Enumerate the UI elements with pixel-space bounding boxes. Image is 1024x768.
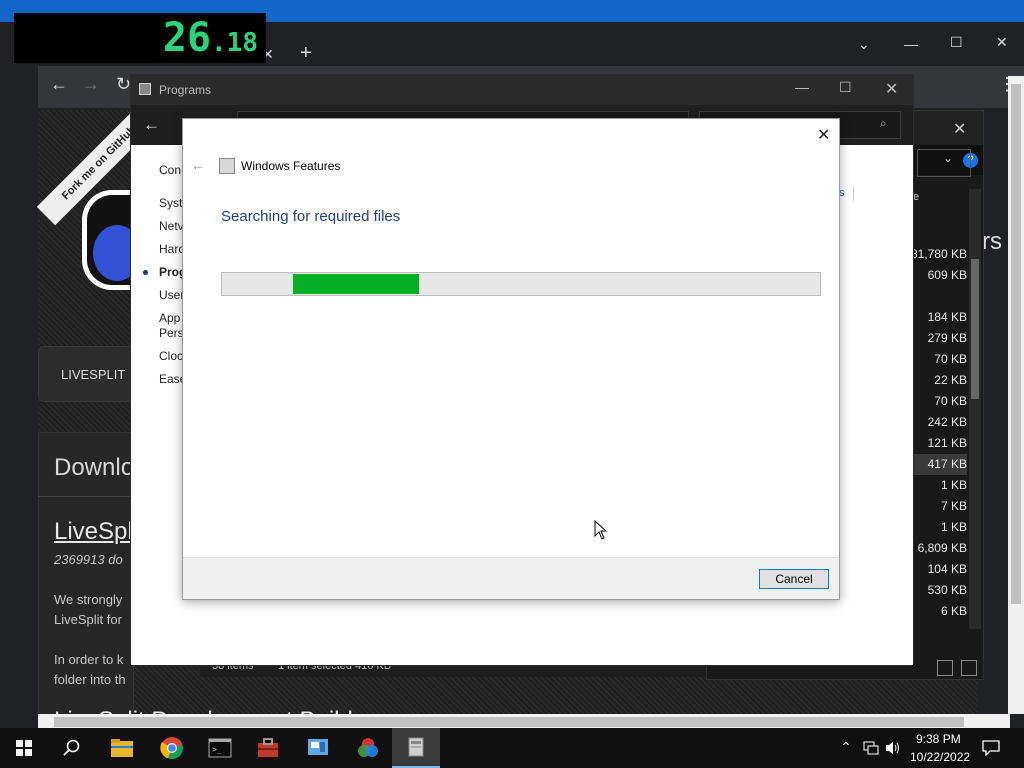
status-heading: Searching for required files — [221, 208, 401, 225]
taskbar-paint-app[interactable] — [344, 728, 392, 768]
file-size-cell[interactable]: 70 KB — [907, 391, 967, 412]
file-size-cell[interactable] — [907, 286, 967, 307]
mouse-cursor-icon — [594, 520, 608, 540]
windows-logo-icon — [16, 740, 32, 756]
notification-icon[interactable] — [982, 740, 1000, 756]
current-item-dot — [143, 270, 148, 275]
livesplit-timer: 26.18 — [14, 13, 266, 63]
search-icon: ⌕ — [880, 116, 887, 130]
scrollbar-thumb[interactable] — [54, 717, 964, 727]
network-icon[interactable] — [862, 740, 880, 756]
nav-item-livesplit[interactable]: LIVESPLIT — [61, 367, 125, 382]
control-panel-icon — [139, 83, 151, 95]
maximize-button[interactable]: ☐ — [839, 79, 852, 96]
page-text-fragment: rs — [982, 228, 1002, 255]
close-icon[interactable]: ✕ — [817, 125, 830, 145]
paragraph-line: LiveSplit for — [54, 612, 122, 627]
minimize-button[interactable]: — — [904, 36, 918, 52]
paragraph-line: folder into th — [54, 672, 126, 687]
progress-fill — [292, 274, 420, 294]
file-size-cell[interactable]: 6,809 KB — [907, 538, 967, 559]
search-icon — [63, 739, 80, 756]
close-icon[interactable]: ✕ — [953, 119, 966, 139]
windows-features-dialog: ✕ ← Windows Features Searching for requi… — [182, 118, 840, 600]
taskbar-windows-features[interactable] — [392, 728, 440, 768]
clock-time[interactable]: 9:38 PM — [916, 732, 961, 746]
chevron-up-icon[interactable]: ⌃ — [840, 739, 852, 756]
download-count: 2369913 do — [54, 552, 123, 567]
taskbar-terminal[interactable]: >_ — [196, 728, 244, 768]
scrollbar-thumb[interactable] — [1011, 84, 1021, 604]
maximize-button[interactable]: ☐ — [950, 34, 963, 51]
control-panel-icon — [308, 739, 328, 755]
divider — [853, 187, 854, 201]
file-size-cell[interactable]: 417 KB — [907, 454, 967, 475]
file-size-cell[interactable]: 530 KB — [907, 580, 967, 601]
file-size-cell[interactable]: 609 KB — [907, 265, 967, 286]
cancel-button[interactable]: Cancel — [759, 569, 829, 589]
forward-icon[interactable]: → — [82, 74, 100, 95]
size-column: 81,780 KB 609 KB 184 KB 279 KB 70 KB 22 KB 70 … — [907, 244, 967, 622]
file-size-cell[interactable]: 242 KB — [907, 412, 967, 433]
title-bar: Programs — ☐ ✕ — [131, 75, 913, 105]
file-size-cell[interactable]: 7 KB — [907, 496, 967, 517]
volume-icon[interactable] — [884, 740, 902, 756]
file-size-cell[interactable]: 121 KB — [907, 433, 967, 454]
file-size-cell[interactable]: 1 KB — [907, 475, 967, 496]
close-button[interactable]: ✕ — [996, 34, 1008, 51]
file-size-cell[interactable]: 22 KB — [907, 370, 967, 391]
dialog-footer: Cancel — [183, 557, 839, 599]
start-button[interactable] — [0, 728, 48, 768]
livesplit-download-link[interactable]: LiveSpl — [54, 518, 133, 546]
vertical-scrollbar[interactable] — [1008, 76, 1024, 714]
search-button[interactable] — [48, 728, 96, 768]
timer-fraction: .18 — [211, 28, 258, 58]
search-box[interactable] — [917, 149, 971, 177]
folder-icon — [111, 739, 133, 757]
site-nav: LIVESPLIT — [38, 346, 134, 402]
file-size-cell[interactable]: 70 KB — [907, 349, 967, 370]
terminal-icon: >_ — [208, 738, 232, 758]
file-size-cell[interactable]: 184 KB — [907, 307, 967, 328]
taskbar-control-panel[interactable] — [294, 728, 342, 768]
paragraph-line: We strongly — [54, 592, 123, 607]
tab-search-icon[interactable]: ⌄ — [858, 36, 870, 53]
vertical-scrollbar[interactable] — [969, 189, 981, 629]
section-title: Downlo — [54, 454, 135, 481]
scrollbar-thumb[interactable] — [971, 259, 979, 399]
taskbar-file-explorer[interactable] — [98, 728, 146, 768]
progress-bar — [221, 272, 821, 296]
windows-features-icon — [408, 737, 424, 757]
taskbar: >_ ⌃ 9:38 PM 10/22/2022 — [0, 728, 1024, 768]
file-size-cell[interactable]: 104 KB — [907, 559, 967, 580]
large-icons-view-icon[interactable] — [961, 660, 977, 676]
back-icon[interactable]: ← — [50, 74, 68, 95]
file-size-cell[interactable]: 279 KB — [907, 328, 967, 349]
new-tab-button[interactable]: + — [300, 42, 312, 65]
file-size-cell[interactable]: 81,780 KB — [907, 244, 967, 265]
window-title: Programs — [159, 83, 212, 97]
file-size-cell[interactable]: 6 KB — [907, 601, 967, 622]
toolbox-icon — [258, 738, 278, 757]
file-size-cell[interactable]: 1 KB — [907, 517, 967, 538]
rgb-circles-icon — [358, 738, 378, 757]
minimize-button[interactable]: — — [795, 79, 809, 95]
timer-seconds: 26 — [162, 15, 212, 61]
back-icon[interactable]: ← — [143, 115, 160, 135]
details-view-icon[interactable] — [937, 660, 953, 676]
clock-date[interactable]: 10/22/2022 — [910, 750, 970, 764]
taskbar-toolbox[interactable] — [244, 728, 292, 768]
dialog-title: Windows Features — [241, 159, 341, 173]
windows-features-icon — [219, 158, 235, 174]
back-icon[interactable]: ← — [191, 157, 205, 173]
taskbar-chrome[interactable] — [148, 728, 196, 768]
chrome-icon — [160, 737, 183, 760]
divider — [38, 496, 134, 497]
close-button[interactable]: ✕ — [885, 79, 898, 99]
paragraph-line: In order to k — [54, 652, 124, 667]
reload-icon[interactable]: ↻ — [116, 74, 131, 95]
svg-text:>_: >_ — [212, 745, 222, 754]
